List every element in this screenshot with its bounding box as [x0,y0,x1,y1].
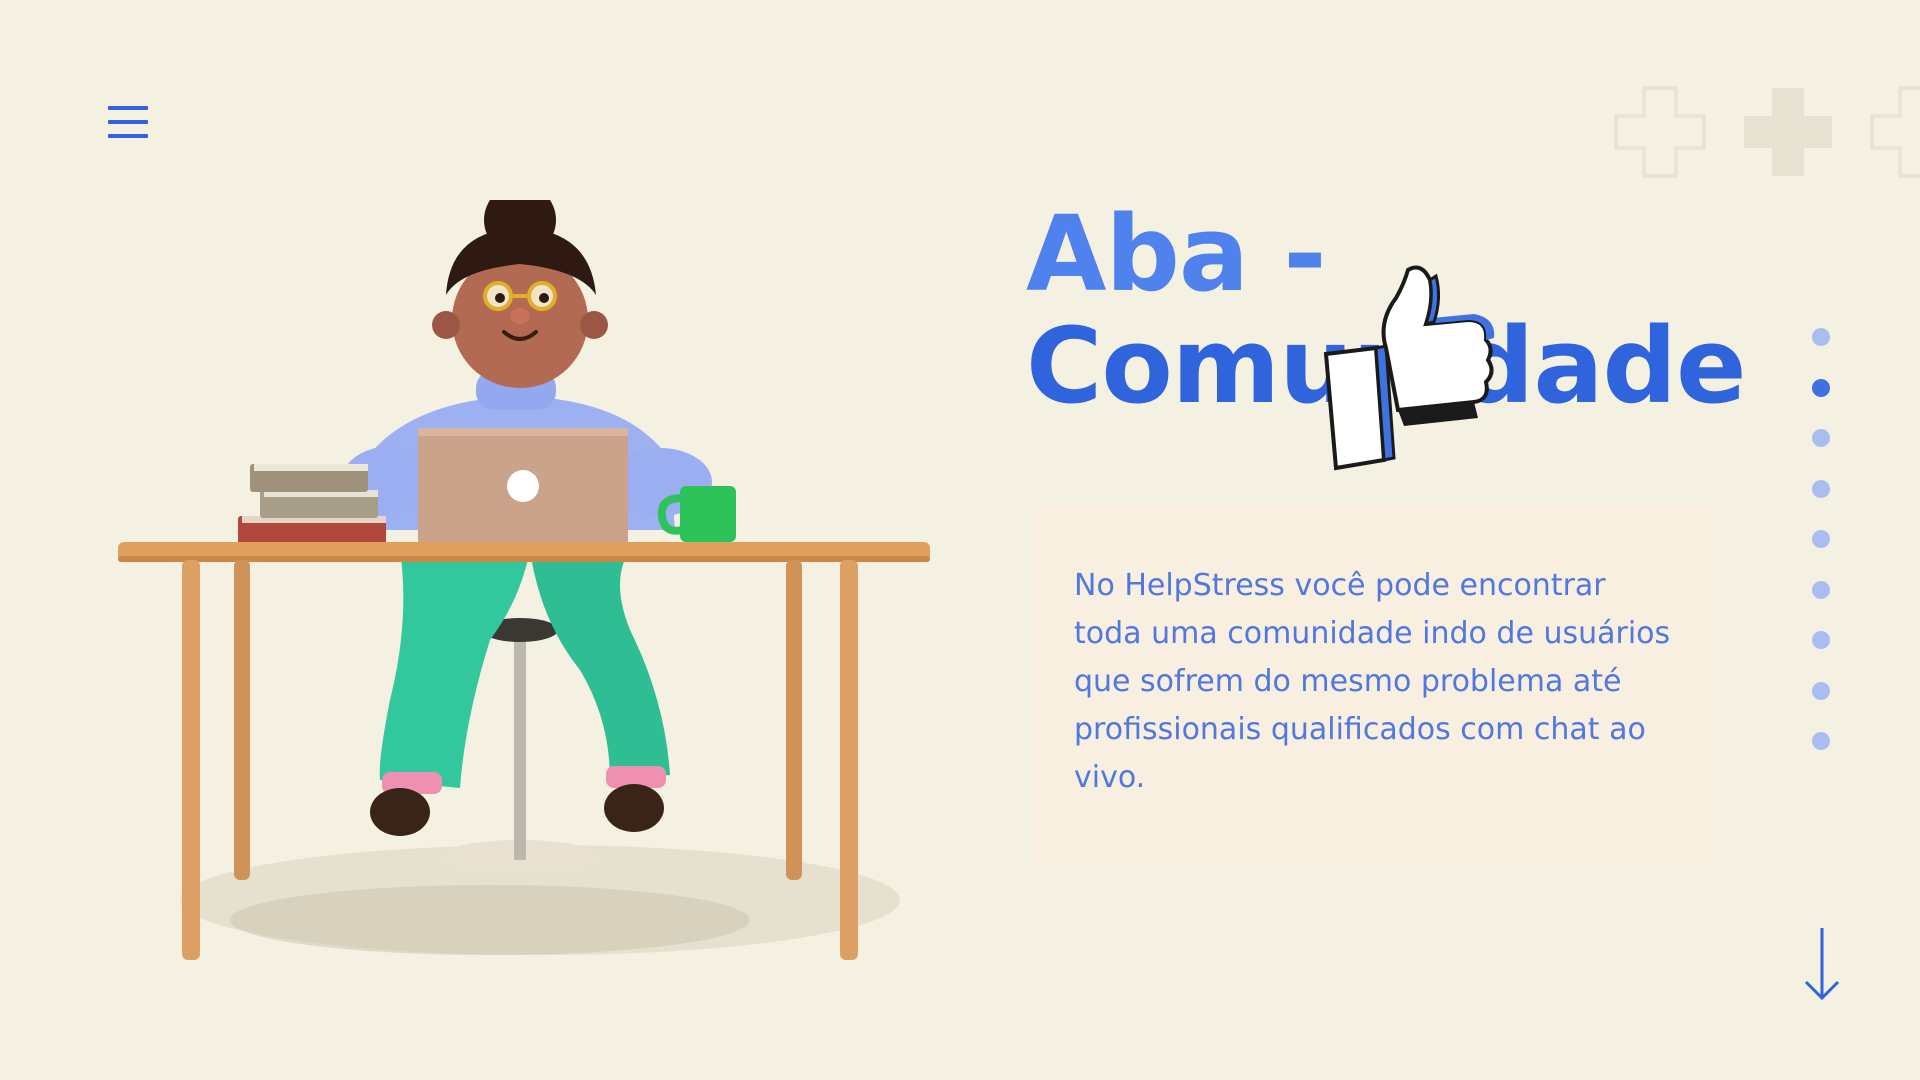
page-dot-1[interactable] [1812,328,1830,346]
page-dot-5[interactable] [1812,530,1830,548]
page-dot-3[interactable] [1812,429,1830,447]
hamburger-menu-icon[interactable] [108,106,148,146]
description-text: No HelpStress você pode encontrar toda u… [1074,568,1671,795]
thumbs-up-icon [1323,265,1495,471]
plus-outline-icon [1614,86,1706,178]
plus-outline-icon [1870,86,1920,178]
page-dot-6[interactable] [1812,580,1830,599]
page-dot-4[interactable] [1812,479,1830,498]
hamburger-bar [108,134,148,138]
person-at-desk-illustration [118,200,930,960]
page-dot-2[interactable] [1812,378,1830,397]
page-dot-7[interactable] [1812,631,1830,649]
hamburger-bar [108,120,148,124]
pagination-dots [1812,328,1832,783]
description-card: No HelpStress você pode encontrar toda u… [1030,502,1712,868]
page: Aba - Comunidade No HelpStress você pode… [0,0,1920,1080]
arrow-down-icon[interactable] [1802,926,1842,1002]
plus-filled-icon [1744,88,1832,176]
page-dot-8[interactable] [1812,681,1830,700]
page-dot-9[interactable] [1812,732,1830,750]
hamburger-bar [108,106,148,110]
